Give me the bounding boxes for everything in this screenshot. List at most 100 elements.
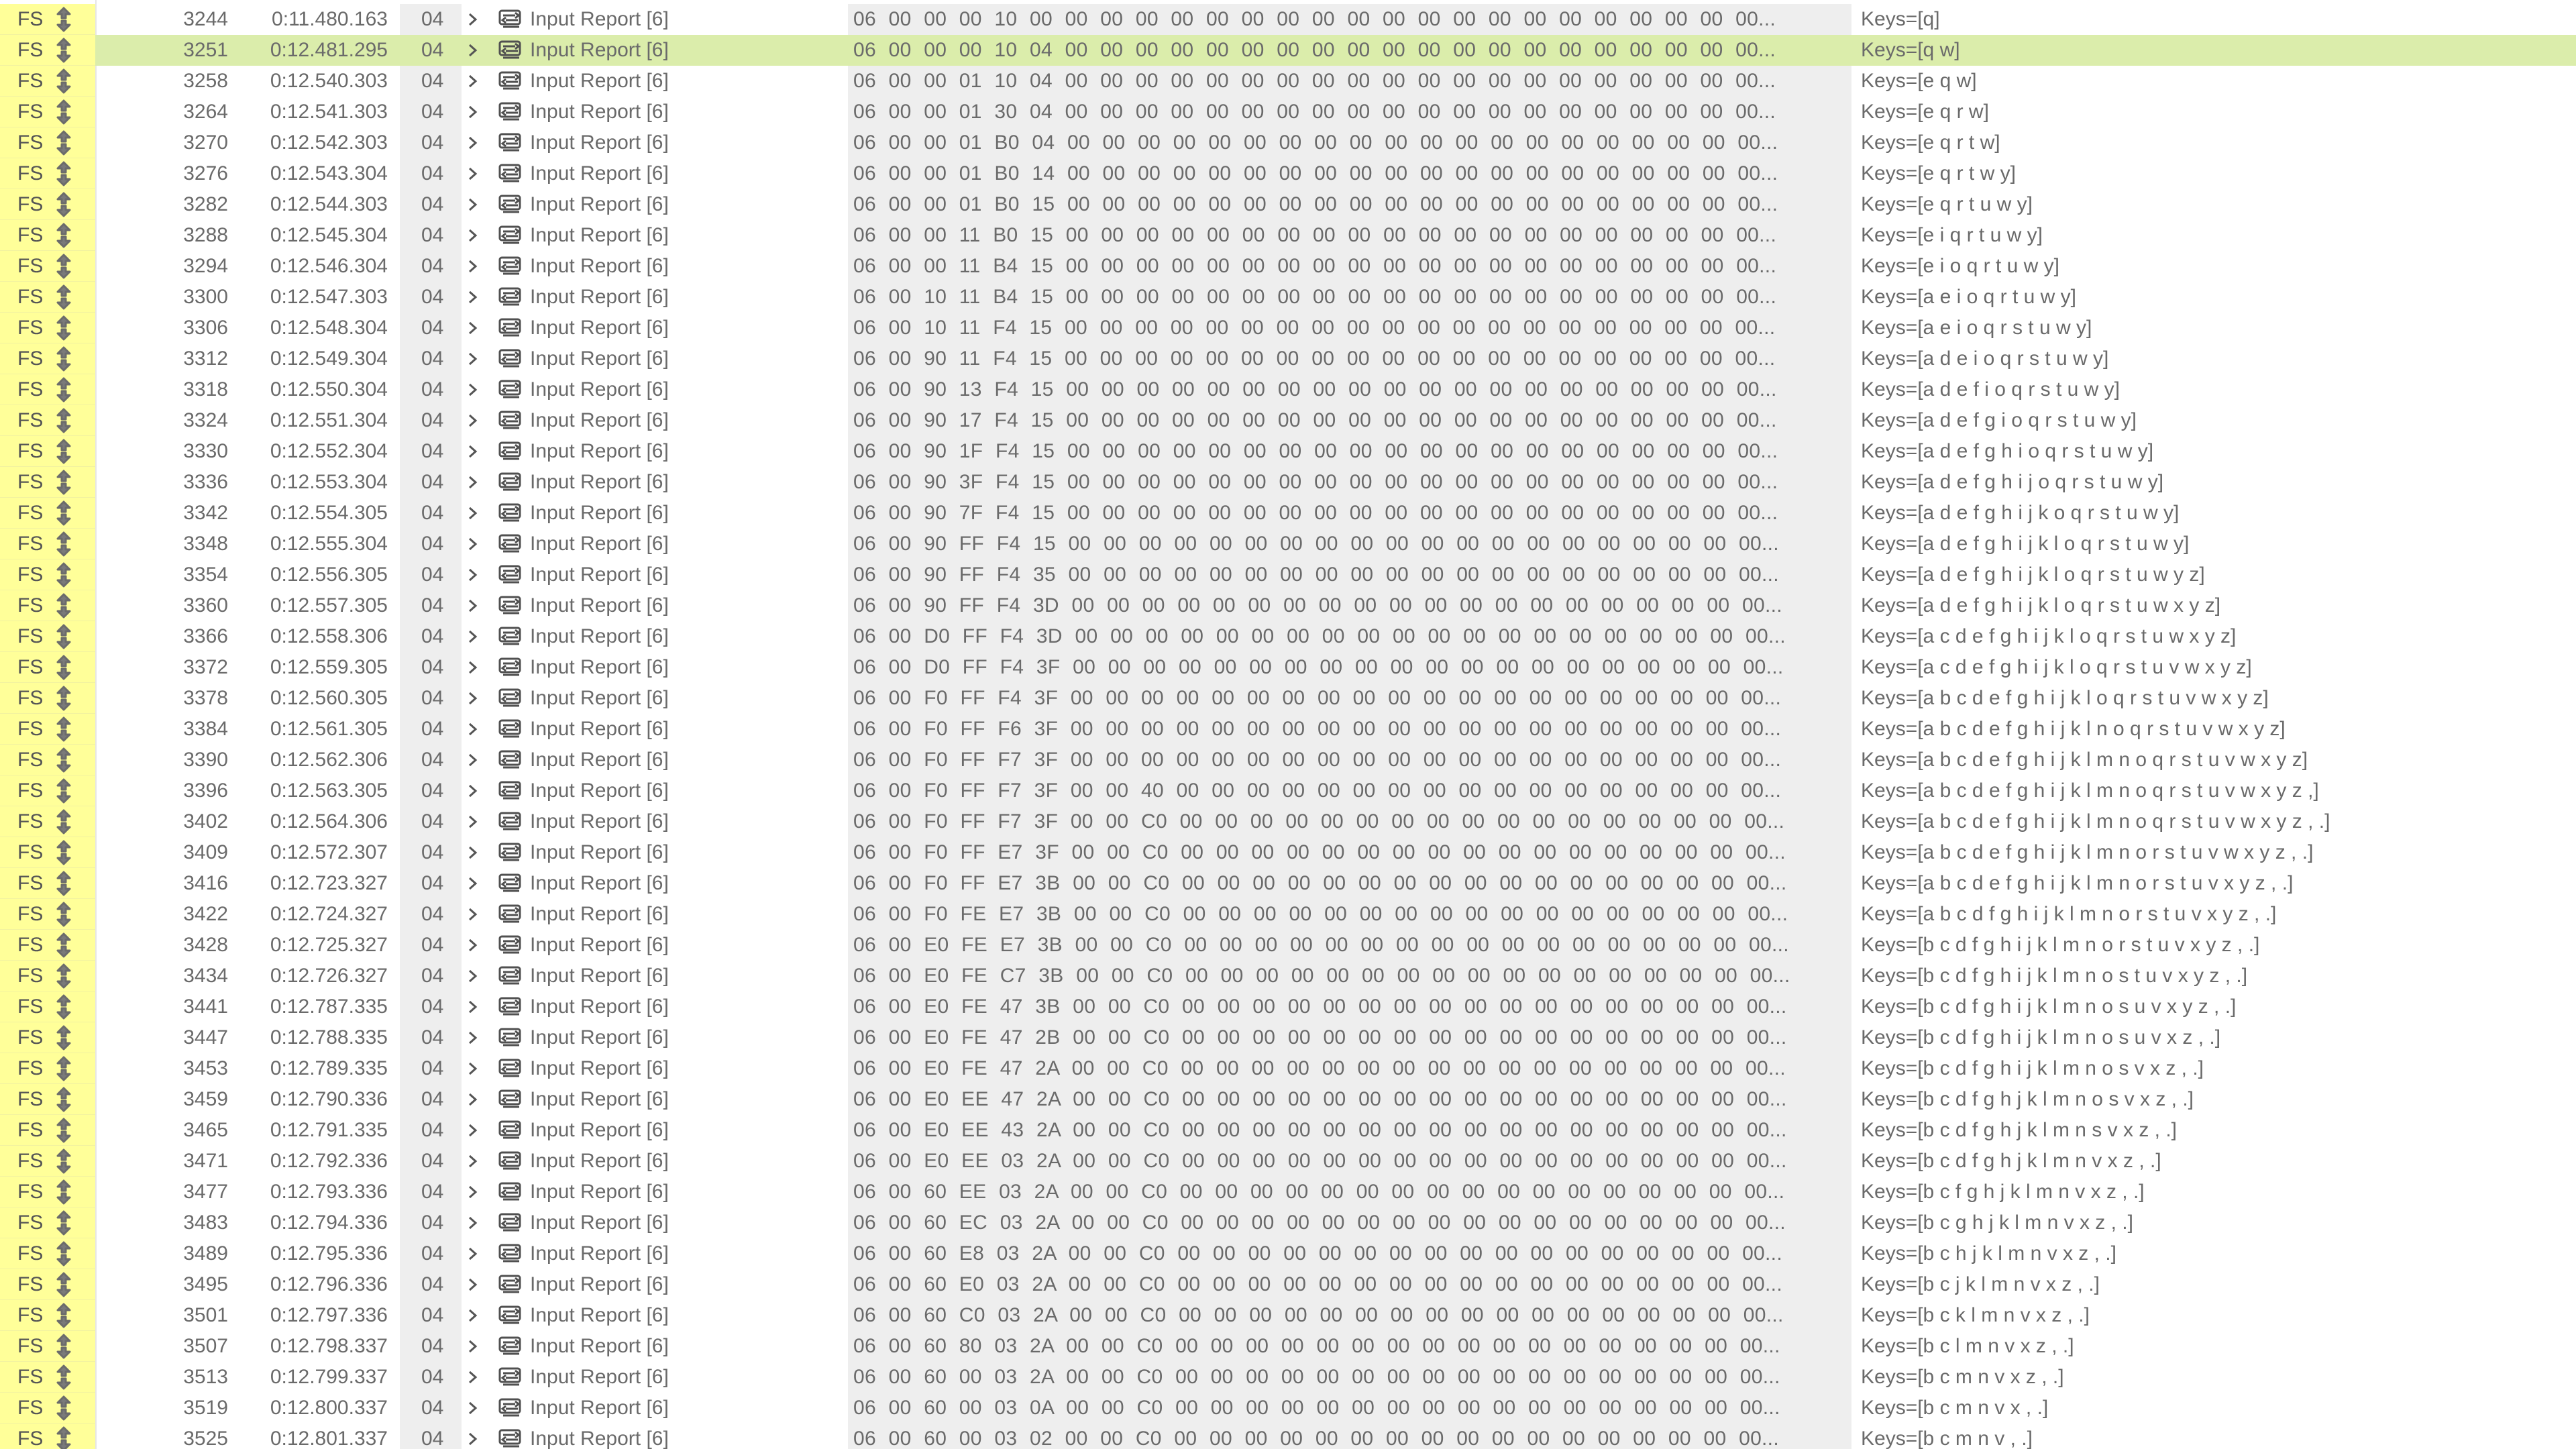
table-row[interactable]: FS 3409 0:12.572.307 04 Input Report [6] 06 0… [0, 837, 2576, 868]
expand-chevron-icon[interactable] [463, 714, 490, 745]
table-row[interactable]: FS 3416 0:12.723.327 04 Input Report [6] 06 0… [0, 868, 2576, 899]
expand-chevron-icon[interactable] [463, 220, 490, 251]
table-row[interactable]: FS 3519 0:12.800.337 04 Input Report [6] 06 0… [0, 1393, 2576, 1424]
expand-chevron-icon[interactable] [463, 4, 490, 35]
table-row[interactable]: FS 3477 0:12.793.336 04 Input Report [6] 06 0… [0, 1177, 2576, 1208]
expand-chevron-icon[interactable] [463, 374, 490, 405]
expand-chevron-icon[interactable] [463, 436, 490, 467]
table-row[interactable]: FS 3258 0:12.540.303 04 Input Report [6] 06 0… [0, 66, 2576, 97]
table-row[interactable]: FS 3306 0:12.548.304 04 Input Report [6] 06 0… [0, 313, 2576, 343]
expand-chevron-icon[interactable] [463, 961, 490, 991]
expand-chevron-icon[interactable] [463, 343, 490, 374]
expand-chevron-icon[interactable] [463, 868, 490, 899]
table-row[interactable]: FS 3300 0:12.547.303 04 Input Report [6] 06 0… [0, 282, 2576, 313]
expand-chevron-icon[interactable] [463, 559, 490, 590]
table-row[interactable]: FS 3428 0:12.725.327 04 Input Report [6] 06 0… [0, 930, 2576, 961]
expand-chevron-icon[interactable] [463, 991, 490, 1022]
expand-chevron-icon[interactable] [463, 66, 490, 97]
table-row[interactable]: FS 3384 0:12.561.305 04 Input Report [6] 06 0… [0, 714, 2576, 745]
table-row[interactable]: FS 3459 0:12.790.336 04 Input Report [6] 06 0… [0, 1084, 2576, 1115]
expand-chevron-icon[interactable] [463, 1238, 490, 1269]
table-row[interactable]: FS 3513 0:12.799.337 04 Input Report [6] 06 0… [0, 1362, 2576, 1393]
expand-chevron-icon[interactable] [463, 899, 490, 930]
expand-chevron-icon[interactable] [463, 621, 490, 652]
speed-cell: FS [0, 1115, 95, 1146]
data-cell: 06 00 60 EC 03 2A 00 00 C0 00 00 00 00 0… [848, 1208, 1851, 1238]
expand-chevron-icon[interactable] [463, 1177, 490, 1208]
table-row[interactable]: FS 3465 0:12.791.335 04 Input Report [6] 06 0… [0, 1115, 2576, 1146]
expand-chevron-icon[interactable] [463, 127, 490, 158]
table-row[interactable]: FS 3507 0:12.798.337 04 Input Report [6] 06 0… [0, 1331, 2576, 1362]
table-row[interactable]: FS 3276 0:12.543.304 04 Input Report [6] 06 0… [0, 158, 2576, 189]
table-row[interactable]: FS 3270 0:12.542.303 04 Input Report [6] 06 0… [0, 127, 2576, 158]
speed-cell: FS [0, 1022, 95, 1053]
expand-chevron-icon[interactable] [463, 1362, 490, 1393]
table-row[interactable]: FS 3294 0:12.546.304 04 Input Report [6] 06 0… [0, 251, 2576, 282]
table-row[interactable]: FS 3348 0:12.555.304 04 Input Report [6] 06 0… [0, 529, 2576, 559]
table-row[interactable]: FS 3360 0:12.557.305 04 Input Report [6] 06 0… [0, 590, 2576, 621]
table-row[interactable]: FS 3422 0:12.724.327 04 Input Report [6] 06 0… [0, 899, 2576, 930]
expand-chevron-icon[interactable] [463, 806, 490, 837]
table-row[interactable]: FS 3489 0:12.795.336 04 Input Report [6] 06 0… [0, 1238, 2576, 1269]
expand-chevron-icon[interactable] [463, 1084, 490, 1115]
expand-chevron-icon[interactable] [463, 683, 490, 714]
table-row[interactable]: FS 3282 0:12.544.303 04 Input Report [6] 06 0… [0, 189, 2576, 220]
table-row[interactable]: FS 3441 0:12.787.335 04 Input Report [6] 06 0… [0, 991, 2576, 1022]
table-row[interactable]: FS 3447 0:12.788.335 04 Input Report [6] 06 0… [0, 1022, 2576, 1053]
expand-chevron-icon[interactable] [463, 1053, 490, 1084]
expand-chevron-icon[interactable] [463, 590, 490, 621]
table-row[interactable]: FS 3366 0:12.558.306 04 Input Report [6] 06 0… [0, 621, 2576, 652]
table-row[interactable]: FS 3336 0:12.553.304 04 Input Report [6] 06 0… [0, 467, 2576, 498]
table-row[interactable]: FS 3324 0:12.551.304 04 Input Report [6] 06 0… [0, 405, 2576, 436]
expand-chevron-icon[interactable] [463, 1424, 490, 1449]
expand-chevron-icon[interactable] [463, 251, 490, 282]
table-row[interactable]: FS 3342 0:12.554.305 04 Input Report [6] 06 0… [0, 498, 2576, 529]
expand-chevron-icon[interactable] [463, 1146, 490, 1177]
expand-chevron-icon[interactable] [463, 1022, 490, 1053]
table-row[interactable]: FS 3471 0:12.792.336 04 Input Report [6] 06 0… [0, 1146, 2576, 1177]
data-cell: 06 00 E0 EE 43 2A 00 00 C0 00 00 00 00 0… [848, 1115, 1851, 1146]
expand-chevron-icon[interactable] [463, 405, 490, 436]
expand-chevron-icon[interactable] [463, 467, 490, 498]
expand-chevron-icon[interactable] [463, 1393, 490, 1424]
table-row[interactable]: FS 3434 0:12.726.327 04 Input Report [6] 06 0… [0, 961, 2576, 991]
expand-chevron-icon[interactable] [463, 837, 490, 868]
expand-chevron-icon[interactable] [463, 1331, 490, 1362]
table-row[interactable]: FS 3318 0:12.550.304 04 Input Report [6] 06 0… [0, 374, 2576, 405]
table-row[interactable]: FS 3312 0:12.549.304 04 Input Report [6] 06 0… [0, 343, 2576, 374]
table-row[interactable]: FS 3396 0:12.563.305 04 Input Report [6] 06 0… [0, 775, 2576, 806]
table-row[interactable]: FS 3390 0:12.562.306 04 Input Report [6] 06 0… [0, 745, 2576, 775]
table-row[interactable]: FS 3483 0:12.794.336 04 Input Report [6] 06 0… [0, 1208, 2576, 1238]
expand-chevron-icon[interactable] [463, 745, 490, 775]
table-row[interactable]: FS 3244 0:11.480.163 04 Input Report [6] 06 0… [0, 4, 2576, 35]
table-row[interactable]: FS 3330 0:12.552.304 04 Input Report [6] 06 0… [0, 436, 2576, 467]
expand-chevron-icon[interactable] [463, 652, 490, 683]
expand-chevron-icon[interactable] [463, 775, 490, 806]
expand-chevron-icon[interactable] [463, 1115, 490, 1146]
expand-chevron-icon[interactable] [463, 313, 490, 343]
table-row[interactable]: FS 3378 0:12.560.305 04 Input Report [6] 06 0… [0, 683, 2576, 714]
row-summary: Keys=[a d e f g h i o q r s t u w y] [1861, 440, 2154, 462]
table-row[interactable]: FS 3495 0:12.796.336 04 Input Report [6] 06 0… [0, 1269, 2576, 1300]
table-row[interactable]: FS 3288 0:12.545.304 04 Input Report [6] 06 0… [0, 220, 2576, 251]
expand-chevron-icon[interactable] [463, 1269, 490, 1300]
table-row[interactable]: FS 3372 0:12.559.305 04 Input Report [6] 06 0… [0, 652, 2576, 683]
expand-chevron-icon[interactable] [463, 97, 490, 127]
table-row[interactable]: FS 3264 0:12.541.303 04 Input Report [6] 06 0… [0, 97, 2576, 127]
expand-chevron-icon[interactable] [463, 282, 490, 313]
expand-chevron-icon[interactable] [463, 158, 490, 189]
table-row[interactable]: FS 3251 0:12.481.295 04 Input Report [6] 06 0… [0, 35, 2576, 66]
expand-chevron-icon[interactable] [463, 498, 490, 529]
expand-chevron-icon[interactable] [463, 1208, 490, 1238]
table-row[interactable]: FS 3354 0:12.556.305 04 Input Report [6] 06 0… [0, 559, 2576, 590]
expand-chevron-icon[interactable] [463, 930, 490, 961]
table-row[interactable]: FS 3525 0:12.801.337 04 Input Report [6] 06 0… [0, 1424, 2576, 1449]
expand-chevron-icon[interactable] [463, 35, 490, 66]
expand-chevron-icon[interactable] [463, 529, 490, 559]
expand-chevron-icon[interactable] [463, 189, 490, 220]
table-row[interactable]: FS 3453 0:12.789.335 04 Input Report [6] 06 0… [0, 1053, 2576, 1084]
summary-cell: Keys=[a b c d e f g h i j k l m n o q r … [1858, 806, 2576, 837]
table-row[interactable]: FS 3501 0:12.797.336 04 Input Report [6] 06 0… [0, 1300, 2576, 1331]
table-row[interactable]: FS 3402 0:12.564.306 04 Input Report [6] 06 0… [0, 806, 2576, 837]
expand-chevron-icon[interactable] [463, 1300, 490, 1331]
